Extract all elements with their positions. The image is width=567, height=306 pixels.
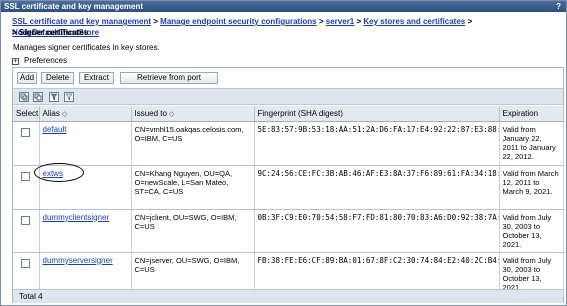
alias-cell: extws bbox=[33, 162, 132, 210]
sort-icon[interactable]: ◇ bbox=[62, 111, 67, 118]
window-titlebar: SSL certificate and key management ? bbox=[1, 1, 566, 12]
alias-highlight: extws bbox=[33, 162, 84, 182]
column-header-issued-to-label[interactable]: Issued to bbox=[135, 109, 167, 118]
table-row: extws CN=Khang Nguyen, OU=QA, O=newScale… bbox=[13, 162, 564, 210]
page-title: Signer certificates bbox=[18, 28, 89, 37]
highlight-oval bbox=[33, 162, 84, 182]
add-button[interactable]: Add bbox=[17, 72, 37, 84]
breadcrumb-separator: > bbox=[356, 17, 362, 26]
signer-certificates-table: Select Alias ◇ Issued to ◇ Fingerprint (SH… bbox=[13, 106, 564, 296]
help-button[interactable]: ? bbox=[556, 1, 561, 12]
breadcrumb: SSL certificate and key management > Man… bbox=[12, 16, 560, 38]
delete-button[interactable]: Delete bbox=[41, 72, 74, 84]
breadcrumb-key-stores[interactable]: Key stores and certificates bbox=[363, 17, 465, 26]
table-tools-bar bbox=[13, 88, 563, 105]
total-count: Total 4 bbox=[13, 289, 563, 303]
table-row: dummyclientsigner CN=jclient, OU=SWG, O=… bbox=[13, 209, 564, 253]
issued-to-cell: CN=jclient, OU=SWG, O=IBM, C=US bbox=[131, 209, 255, 253]
issued-to-cell: CN=vmhl15.oakqas.celosis.com, O=IBM, C=U… bbox=[131, 121, 255, 166]
column-header-fingerprint: Fingerprint (SHA digest) bbox=[254, 106, 500, 122]
breadcrumb-separator: > bbox=[12, 28, 17, 37]
extract-button[interactable]: Extract bbox=[79, 72, 114, 84]
breadcrumb-current: > Signer certificates bbox=[12, 27, 88, 38]
table-row: default CN=vmhl15.oakqas.celosis.com, O=… bbox=[13, 121, 564, 166]
row-checkbox[interactable] bbox=[21, 171, 31, 181]
alias-link[interactable]: dummyclientsigner bbox=[43, 213, 110, 222]
preferences-toggle[interactable]: + Preferences bbox=[12, 56, 67, 66]
expiration-cell: Valid from January 22, 2011 to January 2… bbox=[499, 121, 564, 166]
preferences-label[interactable]: Preferences bbox=[24, 56, 67, 66]
row-checkbox[interactable] bbox=[21, 127, 31, 137]
row-checkbox[interactable] bbox=[21, 215, 31, 225]
column-header-issued-to[interactable]: Issued to ◇ bbox=[131, 106, 255, 122]
select-cell bbox=[13, 121, 40, 166]
column-header-select: Select bbox=[13, 106, 40, 122]
page-description: Manages signer certificates in key store… bbox=[13, 43, 160, 52]
row-checkbox[interactable] bbox=[21, 258, 31, 268]
alias-cell: dummyclientsigner bbox=[39, 209, 132, 253]
collection-panel: Add Delete Extract Retrieve from port Se… bbox=[12, 67, 564, 303]
retrieve-from-port-button[interactable]: Retrieve from port bbox=[120, 72, 218, 84]
portlet-frame: SSL certificate and key management ? SSL… bbox=[0, 0, 567, 306]
fingerprint-cell: 0B:3F:C9:E0:70:54:58:F7:FD:81:80:70:83:A… bbox=[254, 209, 500, 253]
select-all-icon[interactable] bbox=[19, 92, 29, 102]
alias-link[interactable]: dummyserversigner bbox=[43, 256, 113, 265]
fingerprint-cell: 5E:83:57:9B:53:18:AA:51:2A:D6:FA:17:E4:9… bbox=[254, 121, 500, 166]
breadcrumb-server1[interactable]: server1 bbox=[326, 17, 354, 26]
select-cell bbox=[13, 209, 40, 253]
clear-filter-icon[interactable] bbox=[64, 92, 74, 102]
breadcrumb-ssl-cert-mgmt[interactable]: SSL certificate and key management bbox=[12, 17, 151, 26]
breadcrumb-separator: > bbox=[153, 17, 158, 26]
button-bar: Add Delete Extract Retrieve from port bbox=[13, 68, 563, 87]
fingerprint-cell: 9C:24:56:CE:FC:3B:AB:46:AF:E3:8A:37:F6:8… bbox=[254, 165, 500, 210]
table-header-row: Select Alias ◇ Issued to ◇ Fingerprint (SH… bbox=[13, 106, 564, 122]
show-filter-icon[interactable] bbox=[49, 92, 59, 102]
breadcrumb-separator: > bbox=[318, 17, 324, 26]
alias-cell: default bbox=[39, 121, 132, 166]
expiration-cell: Valid from July 30, 2003 to October 13, … bbox=[499, 209, 564, 253]
alias-link[interactable]: default bbox=[43, 125, 67, 134]
column-header-alias[interactable]: Alias ◇ bbox=[39, 106, 132, 122]
expand-icon[interactable]: + bbox=[12, 57, 19, 65]
sort-icon[interactable]: ◇ bbox=[169, 111, 174, 118]
column-header-expiration: Expiration bbox=[499, 106, 564, 122]
breadcrumb-separator: > bbox=[467, 17, 473, 26]
issued-to-cell: CN=Khang Nguyen, OU=QA, O=newScale, L=Sa… bbox=[131, 165, 255, 210]
window-title: SSL certificate and key management bbox=[4, 2, 144, 11]
expiration-cell: Valid from March 12, 2011 to March 9, 20… bbox=[499, 165, 564, 210]
breadcrumb-endpoint-security[interactable]: Manage endpoint security configurations bbox=[160, 17, 316, 26]
column-header-alias-label[interactable]: Alias bbox=[43, 109, 60, 118]
deselect-all-icon[interactable] bbox=[33, 92, 43, 102]
